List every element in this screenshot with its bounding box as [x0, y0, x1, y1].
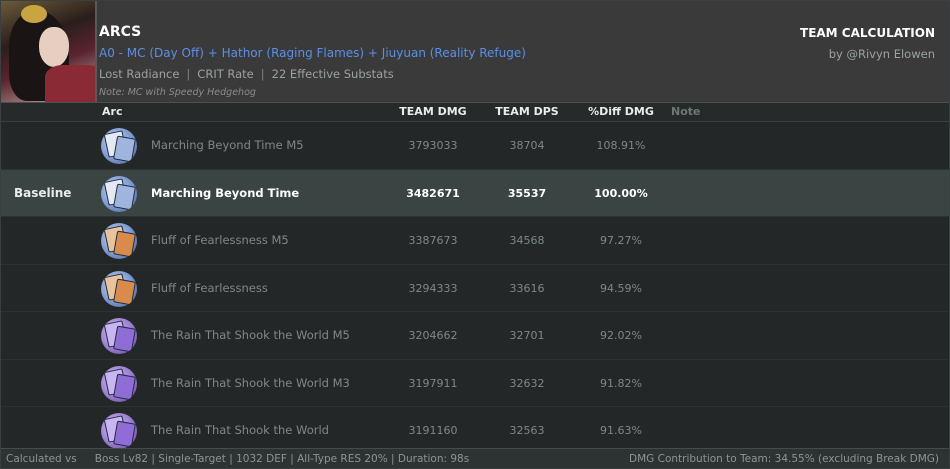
- lightcone-name: Fluff of Fearlessness: [151, 280, 268, 295]
- col-team-dps: TEAM DPS: [495, 105, 559, 118]
- footer-conditions: Boss Lv82 | Single-Target | 1032 DEF | A…: [94, 453, 470, 465]
- main-stat: CRIT Rate: [197, 67, 254, 81]
- diff-dmg-value: 91.63%: [600, 424, 642, 437]
- footer: Calculated vs Boss Lv82 | Single-Target |…: [1, 448, 949, 468]
- lightcone-name: Marching Beyond Time: [151, 185, 300, 200]
- diff-dmg-value: 94.59%: [600, 281, 642, 295]
- note-text: Note: MC with Speedy Hedgehog: [99, 87, 256, 98]
- lightcone-purple-icon: [101, 413, 137, 449]
- lightcone-name: The Rain That Shook the World M3: [151, 375, 350, 390]
- team-dps-value: 32701: [509, 329, 545, 342]
- lightcone-name: The Rain That Shook the World M5: [151, 328, 350, 342]
- row-label: Baseline: [14, 185, 72, 200]
- team-dps-value: 35537: [507, 186, 547, 200]
- diff-dmg-value: 92.02%: [600, 329, 642, 342]
- team-dps-value: 38704: [509, 139, 545, 152]
- team-dps-value: 34568: [509, 234, 545, 247]
- table-row: Fluff of Fearlessness M5 3387673 34568 9…: [1, 217, 949, 265]
- divider: [95, 1, 97, 102]
- diff-dmg-value: 100.00%: [594, 186, 648, 200]
- table-row-baseline: Baseline Marching Beyond Time 3482671 35…: [1, 169, 949, 217]
- team-dps-value: 32563: [509, 424, 545, 437]
- footer-prefix: Calculated vs: [6, 453, 77, 465]
- col-diff-dmg: %Diff DMG: [588, 105, 654, 118]
- relic-set: Lost Radiance: [99, 67, 180, 81]
- build-stats: Lost Radiance | CRIT Rate | 22 Effective Sub…: [99, 67, 394, 81]
- diff-dmg-value: 91.82%: [600, 376, 642, 390]
- lightcone-purple-icon: [101, 318, 137, 354]
- team-dmg-value: 3197911: [408, 376, 458, 390]
- author-credit: by @Rivyn Elowen: [828, 47, 935, 61]
- table-row: Fluff of Fearlessness 3294333 33616 94.5…: [1, 264, 949, 312]
- lightcone-blue-icon: [101, 128, 137, 164]
- lightcone-orange-icon: [101, 270, 137, 307]
- character-name: ARCS: [99, 24, 142, 40]
- lightcone-purple-icon: [101, 365, 137, 402]
- calc-title: TEAM CALCULATION: [800, 26, 935, 40]
- header: ARCS A0 - MC (Day Off) + Hathor (Raging …: [1, 1, 949, 103]
- lightcone-name: The Rain That Shook the World: [151, 423, 329, 437]
- lightcone-blue-icon: [101, 175, 137, 212]
- team-calculation-card: ARCS A0 - MC (Day Off) + Hathor (Raging …: [0, 0, 950, 469]
- table-row: Marching Beyond Time M5 3793033 38704 10…: [1, 122, 949, 170]
- enemy-conditions: Calculated vs Boss Lv82 | Single-Target |…: [6, 453, 469, 465]
- lightcone-orange-icon: [101, 223, 137, 259]
- team-dmg-value: 3793033: [408, 139, 458, 152]
- table-row: The Rain That Shook the World M5 3204662…: [1, 312, 949, 360]
- team-dps-value: 32632: [509, 376, 545, 390]
- team-dmg-value: 3482671: [406, 186, 460, 200]
- dmg-contribution: DMG Contribution to Team: 34.55% (exclud…: [629, 453, 939, 465]
- table-header: Arc TEAM DMG TEAM DPS %Diff DMG Note: [1, 103, 949, 122]
- team-dps-value: 33616: [509, 281, 545, 295]
- character-portrait: [1, 1, 95, 102]
- team-dmg-value: 3191160: [408, 424, 458, 437]
- results-table: Marching Beyond Time M5 3793033 38704 10…: [1, 122, 949, 455]
- lightcone-name: Fluff of Fearlessness M5: [151, 233, 289, 247]
- col-note: Note: [671, 105, 701, 118]
- col-arc: Arc: [102, 105, 123, 118]
- team-dmg-value: 3204662: [408, 329, 458, 342]
- table-row: The Rain That Shook the World M3 3197911…: [1, 359, 949, 407]
- team-dmg-value: 3294333: [408, 281, 458, 295]
- diff-dmg-value: 108.91%: [596, 139, 646, 152]
- team-composition: A0 - MC (Day Off) + Hathor (Raging Flame…: [99, 46, 526, 60]
- substats: 22 Effective Substats: [271, 67, 394, 81]
- team-dmg-value: 3387673: [408, 234, 458, 247]
- diff-dmg-value: 97.27%: [600, 234, 642, 247]
- lightcone-name: Marching Beyond Time M5: [151, 138, 304, 152]
- col-team-dmg: TEAM DMG: [399, 105, 467, 118]
